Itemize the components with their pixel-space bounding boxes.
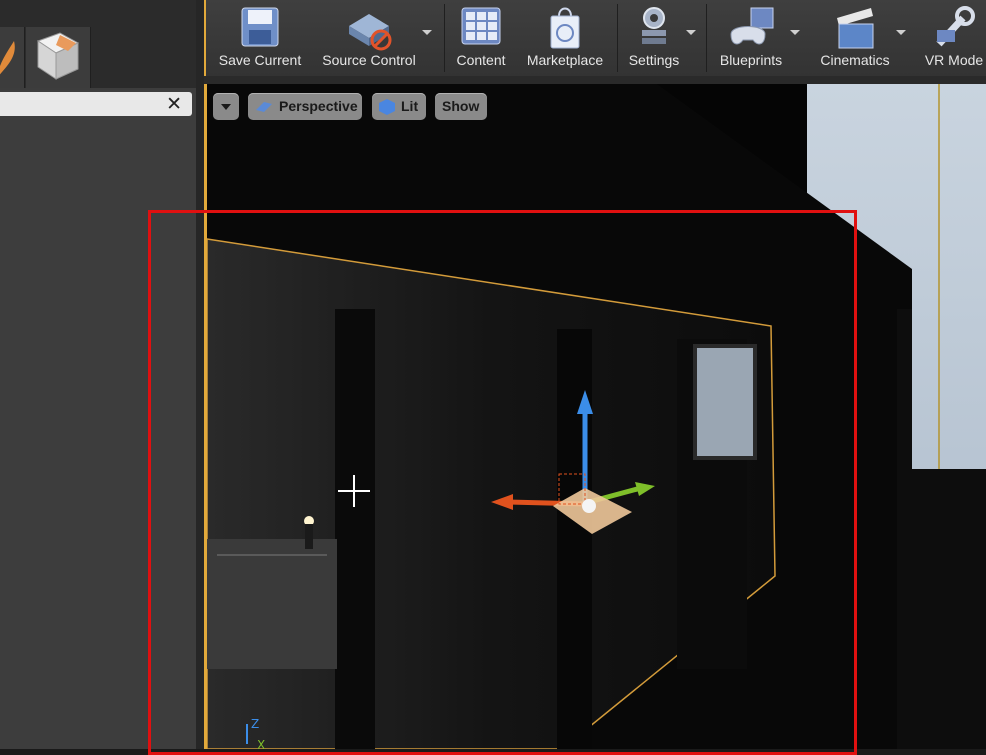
source-control-icon: [349, 14, 392, 51]
floppy-disk-icon: [241, 7, 279, 47]
settings-button[interactable]: Settings: [622, 0, 686, 76]
cube-edit-icon: [36, 32, 80, 80]
marketplace-button[interactable]: Marketplace: [520, 0, 610, 76]
gamepad-icon: [730, 7, 774, 45]
mode-tab-foliage[interactable]: [0, 27, 25, 88]
vr-wrench-icon: [936, 6, 975, 47]
toolbar-bottom-border: [204, 76, 986, 84]
settings-label: Settings: [628, 52, 680, 68]
source-control-button[interactable]: Source Control: [316, 0, 422, 76]
highlight-rectangle: [148, 210, 857, 755]
clapperboard-icon: [837, 8, 874, 49]
content-grid-icon: [461, 7, 501, 45]
blueprints-label: Blueprints: [719, 52, 783, 68]
shopping-bag-icon: [550, 7, 580, 49]
modes-tabstrip: [0, 0, 197, 88]
save-current-button[interactable]: Save Current: [212, 0, 308, 76]
clear-search-icon[interactable]: ✕: [166, 93, 182, 115]
marketplace-label: Marketplace: [526, 52, 604, 68]
lit-button[interactable]: Lit: [372, 93, 426, 120]
toolbar-separator: [444, 4, 445, 72]
search-input[interactable]: ✕: [0, 92, 192, 116]
cinematics-label: Cinematics: [820, 52, 890, 68]
blueprints-dropdown-icon[interactable]: [790, 30, 800, 35]
save-current-label: Save Current: [218, 52, 302, 68]
source-control-dropdown-icon[interactable]: [422, 30, 432, 35]
mode-tab-geometry[interactable]: [26, 27, 91, 88]
content-button[interactable]: Content: [450, 0, 512, 76]
perspective-button[interactable]: Perspective: [248, 93, 362, 120]
chevron-down-icon: [221, 104, 231, 110]
blueprints-button[interactable]: Blueprints: [710, 0, 792, 76]
source-control-label: Source Control: [322, 52, 416, 68]
cinematics-dropdown-icon[interactable]: [896, 30, 906, 35]
perspective-label: Perspective: [279, 98, 358, 114]
viewport-options-button[interactable]: [213, 93, 239, 120]
content-label: Content: [456, 52, 506, 68]
vr-mode-button[interactable]: VR Mode: [920, 0, 986, 76]
toolbar-separator: [617, 4, 618, 72]
lit-sphere-icon: [379, 99, 395, 115]
show-label: Show: [442, 98, 480, 114]
gear-icon: [642, 7, 666, 44]
settings-dropdown-icon[interactable]: [686, 30, 696, 35]
perspective-cube-icon: [256, 102, 272, 112]
lit-label: Lit: [401, 98, 419, 114]
level-editor-toolbar: Save Current Source Control Content Mark…: [204, 0, 986, 76]
vr-mode-label: VR Mode: [924, 52, 984, 68]
leaf-icon: [0, 41, 15, 75]
cinematics-button[interactable]: Cinematics: [810, 0, 900, 76]
show-button[interactable]: Show: [435, 93, 487, 120]
toolbar-separator: [706, 4, 707, 72]
